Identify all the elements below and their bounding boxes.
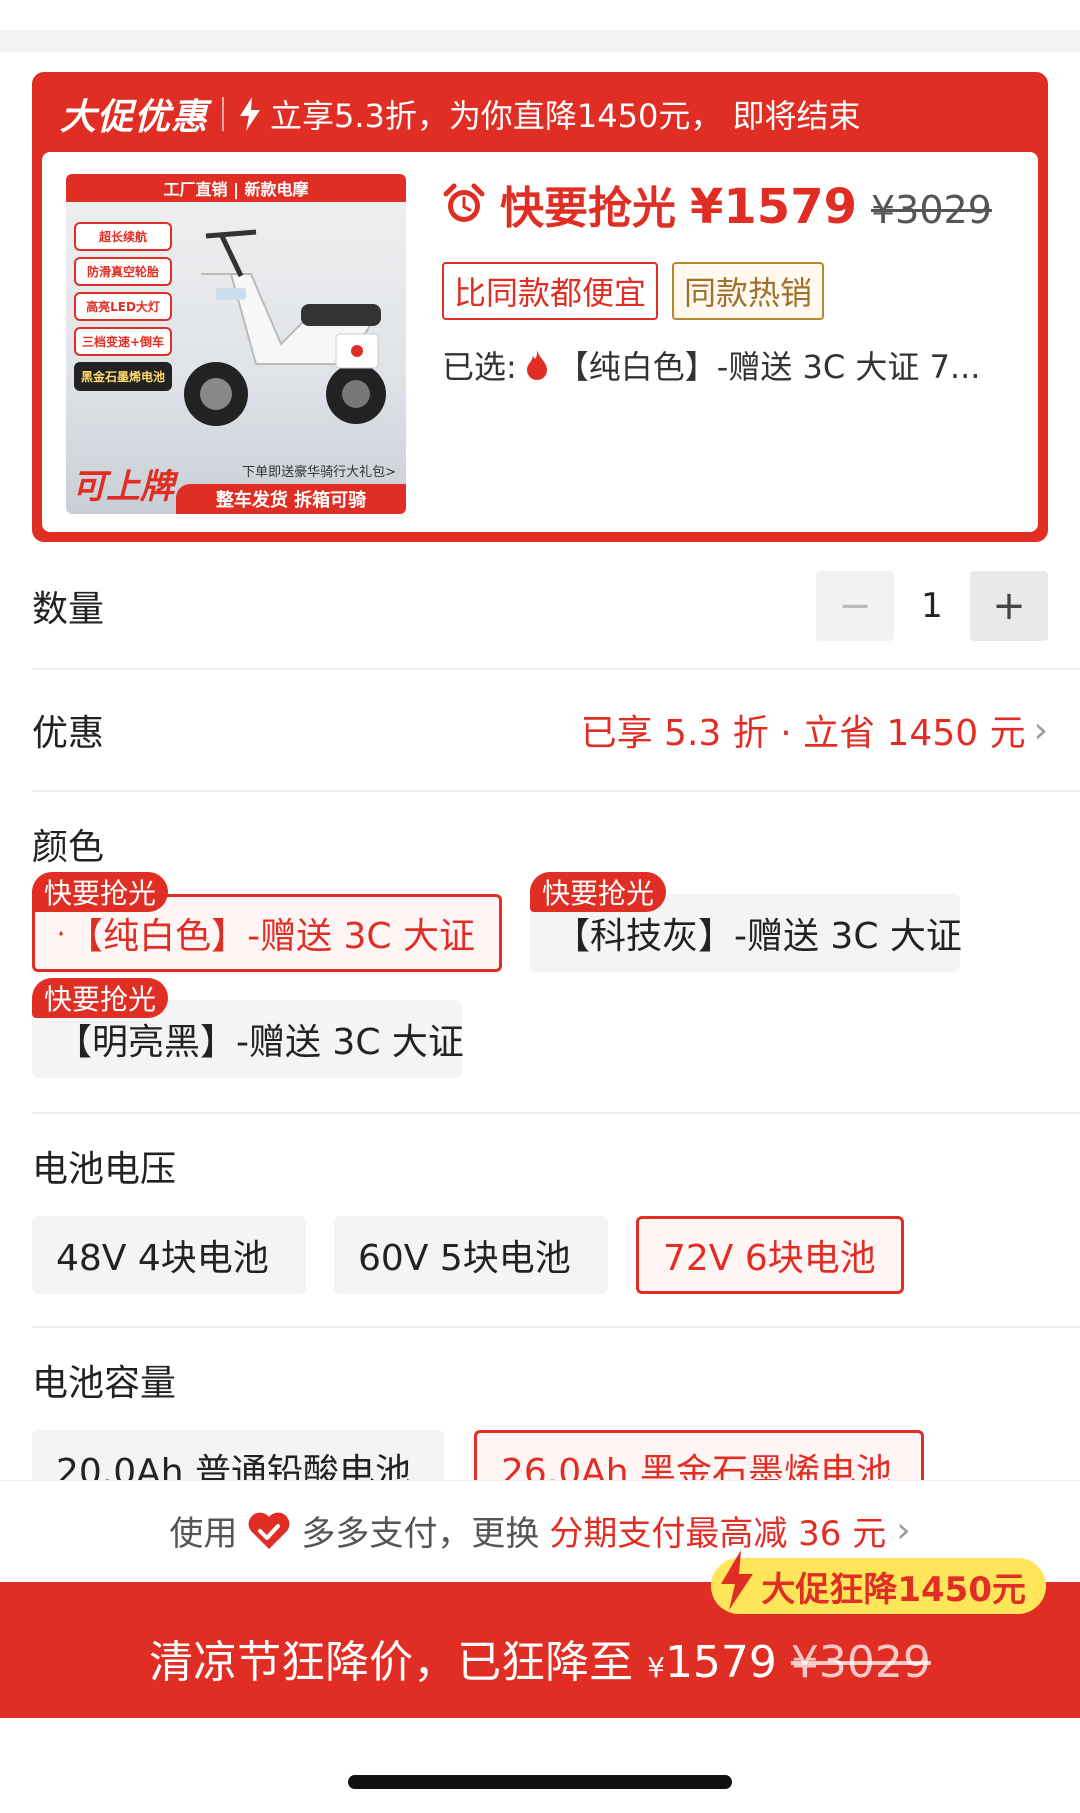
color-option-label: 【明亮黑】-赠送 3C 大证 — [56, 1022, 464, 1063]
image-chip: 超长续航 — [74, 222, 172, 251]
promo-card: 大促优惠 立享5.3折，为你直降1450元， 即将结束 工厂直销 | 新款电摩 … — [32, 72, 1048, 542]
voltage-title: 电池电压 — [32, 1149, 177, 1190]
capacity-options: 20.0Ah 普通铅酸电池 26.0Ah 黑金石墨烯电池 — [0, 1420, 1080, 1482]
discount-row[interactable]: 优惠 已享 5.3 折 · 立省 1450 元 › — [32, 690, 1048, 770]
product-summary: 工厂直销 | 新款电摩 超长续航 防滑真空轮胎 高亮LED大灯 三档变速+倒车 … — [42, 152, 1038, 532]
alarm-clock-icon — [443, 183, 485, 222]
selected-prefix: 已选: — [442, 348, 517, 386]
image-badge: 可上牌 — [72, 467, 174, 507]
price-label: 快要抢光 — [500, 183, 676, 234]
image-note: 下单即送豪华骑行大礼包> — [242, 465, 396, 480]
chevron-right-icon: › — [1033, 709, 1048, 751]
capacity-option-lead-acid[interactable]: 20.0Ah 普通铅酸电池 — [32, 1430, 444, 1482]
pay-method: 多多支付，更换 — [301, 1514, 540, 1554]
quantity-label: 数量 — [32, 589, 105, 630]
tag-cheapest: 比同款都便宜 — [442, 262, 659, 320]
scooter-illustration — [184, 229, 386, 426]
cta-old-price: ¥3029 — [790, 1637, 931, 1688]
image-ribbon: 整车发货 拆箱可骑 — [176, 484, 406, 514]
original-price: ¥3029 — [871, 188, 992, 232]
flame-icon — [59, 930, 63, 936]
pay-highlight: 分期支付最高减 36 元 — [549, 1514, 887, 1554]
heart-check-icon — [248, 1512, 290, 1549]
image-banner: 工厂直销 | 新款电摩 — [66, 174, 406, 202]
voltage-option-label: 60V 5块电池 — [358, 1238, 571, 1279]
product-image[interactable]: 工厂直销 | 新款电摩 超长续航 防滑真空轮胎 高亮LED大灯 三档变速+倒车 … — [66, 174, 406, 514]
top-bar — [0, 0, 1080, 52]
hot-badge: 快要抢光 — [32, 978, 169, 1018]
tag-list: 比同款都便宜 同款热销 — [442, 262, 825, 320]
discount-label: 优惠 — [32, 713, 105, 754]
increase-button[interactable]: + — [970, 571, 1048, 641]
tag-hot-selling: 同款热销 — [672, 262, 825, 320]
selected-spec: 已选: 【纯白色】-赠送 3C 大证 7... — [442, 342, 980, 388]
promo-bubble: 大促狂降1450元 — [711, 1550, 1046, 1614]
voltage-option-60v[interactable]: 60V 5块电池 — [334, 1216, 608, 1294]
decrease-button[interactable]: − — [816, 571, 894, 641]
image-chip: 防滑真空轮胎 — [74, 257, 172, 286]
discount-value: 已享 5.3 折 · 立省 1450 元 — [580, 713, 1026, 754]
chevron-right-icon: › — [896, 1510, 911, 1551]
capacity-title: 电池容量 — [32, 1363, 177, 1404]
color-option-label: 【科技灰】-赠送 3C 大证 — [554, 916, 962, 957]
divider — [32, 1326, 1080, 1328]
promo-tag: 大促优惠 — [60, 97, 209, 138]
image-chip: 三档变速+倒车 — [74, 327, 172, 356]
voltage-option-label: 72V 6块电池 — [663, 1238, 876, 1279]
divider — [32, 790, 1080, 792]
promo-separator — [222, 97, 225, 131]
voltage-option-48v[interactable]: 48V 4块电池 — [32, 1216, 306, 1294]
quantity-value[interactable]: 1 — [894, 586, 970, 626]
hot-badge: 快要抢光 — [32, 872, 169, 912]
image-chip: 黑金石墨烯电池 — [74, 362, 172, 391]
home-indicator[interactable] — [348, 1775, 732, 1789]
voltage-option-72v[interactable]: 72V 6块电池 — [636, 1216, 904, 1294]
buy-button[interactable]: 大促狂降1450元 清凉节狂降价，已狂降至 ¥1579 ¥3029 — [0, 1550, 1080, 1718]
price-row: 快要抢光 ¥1579 ¥3029 — [442, 172, 992, 236]
cta-currency: ¥ — [647, 1651, 665, 1684]
promo-header: 大促优惠 立享5.3折，为你直降1450元， 即将结束 — [60, 86, 861, 142]
promo-headline: 立享5.3折，为你直降1450元， 即将结束 — [270, 97, 861, 135]
selected-value: 【纯白色】-赠送 3C 大证 7... — [556, 348, 981, 386]
divider — [32, 668, 1080, 670]
capacity-option-label: 20.0Ah 普通铅酸电池 — [56, 1452, 412, 1482]
flame-icon — [526, 350, 547, 380]
lightning-icon — [721, 1550, 754, 1610]
promo-bubble-text: 大促狂降1450元 — [761, 1569, 1026, 1610]
capacity-option-graphene[interactable]: 26.0Ah 黑金石墨烯电池 — [474, 1430, 924, 1482]
color-title: 颜色 — [32, 827, 105, 868]
current-price: ¥1579 — [690, 179, 857, 235]
quantity-row: 数量 − 1 + — [32, 566, 1048, 646]
voltage-option-label: 48V 4块电池 — [56, 1238, 269, 1279]
cta-price: 1579 — [664, 1637, 791, 1688]
capacity-option-label: 26.0Ah 黑金石墨烯电池 — [501, 1452, 893, 1482]
lightning-icon — [240, 97, 261, 131]
divider — [32, 1112, 1080, 1114]
quantity-stepper: − 1 + — [816, 571, 1048, 641]
image-chip: 高亮LED大灯 — [74, 292, 172, 321]
hot-badge: 快要抢光 — [530, 872, 667, 912]
pay-prefix: 使用 — [169, 1514, 238, 1554]
color-option-label: 【纯白色】-赠送 3C 大证 — [67, 916, 475, 957]
cta-text: 清凉节狂降价，已狂降至 — [149, 1637, 648, 1688]
